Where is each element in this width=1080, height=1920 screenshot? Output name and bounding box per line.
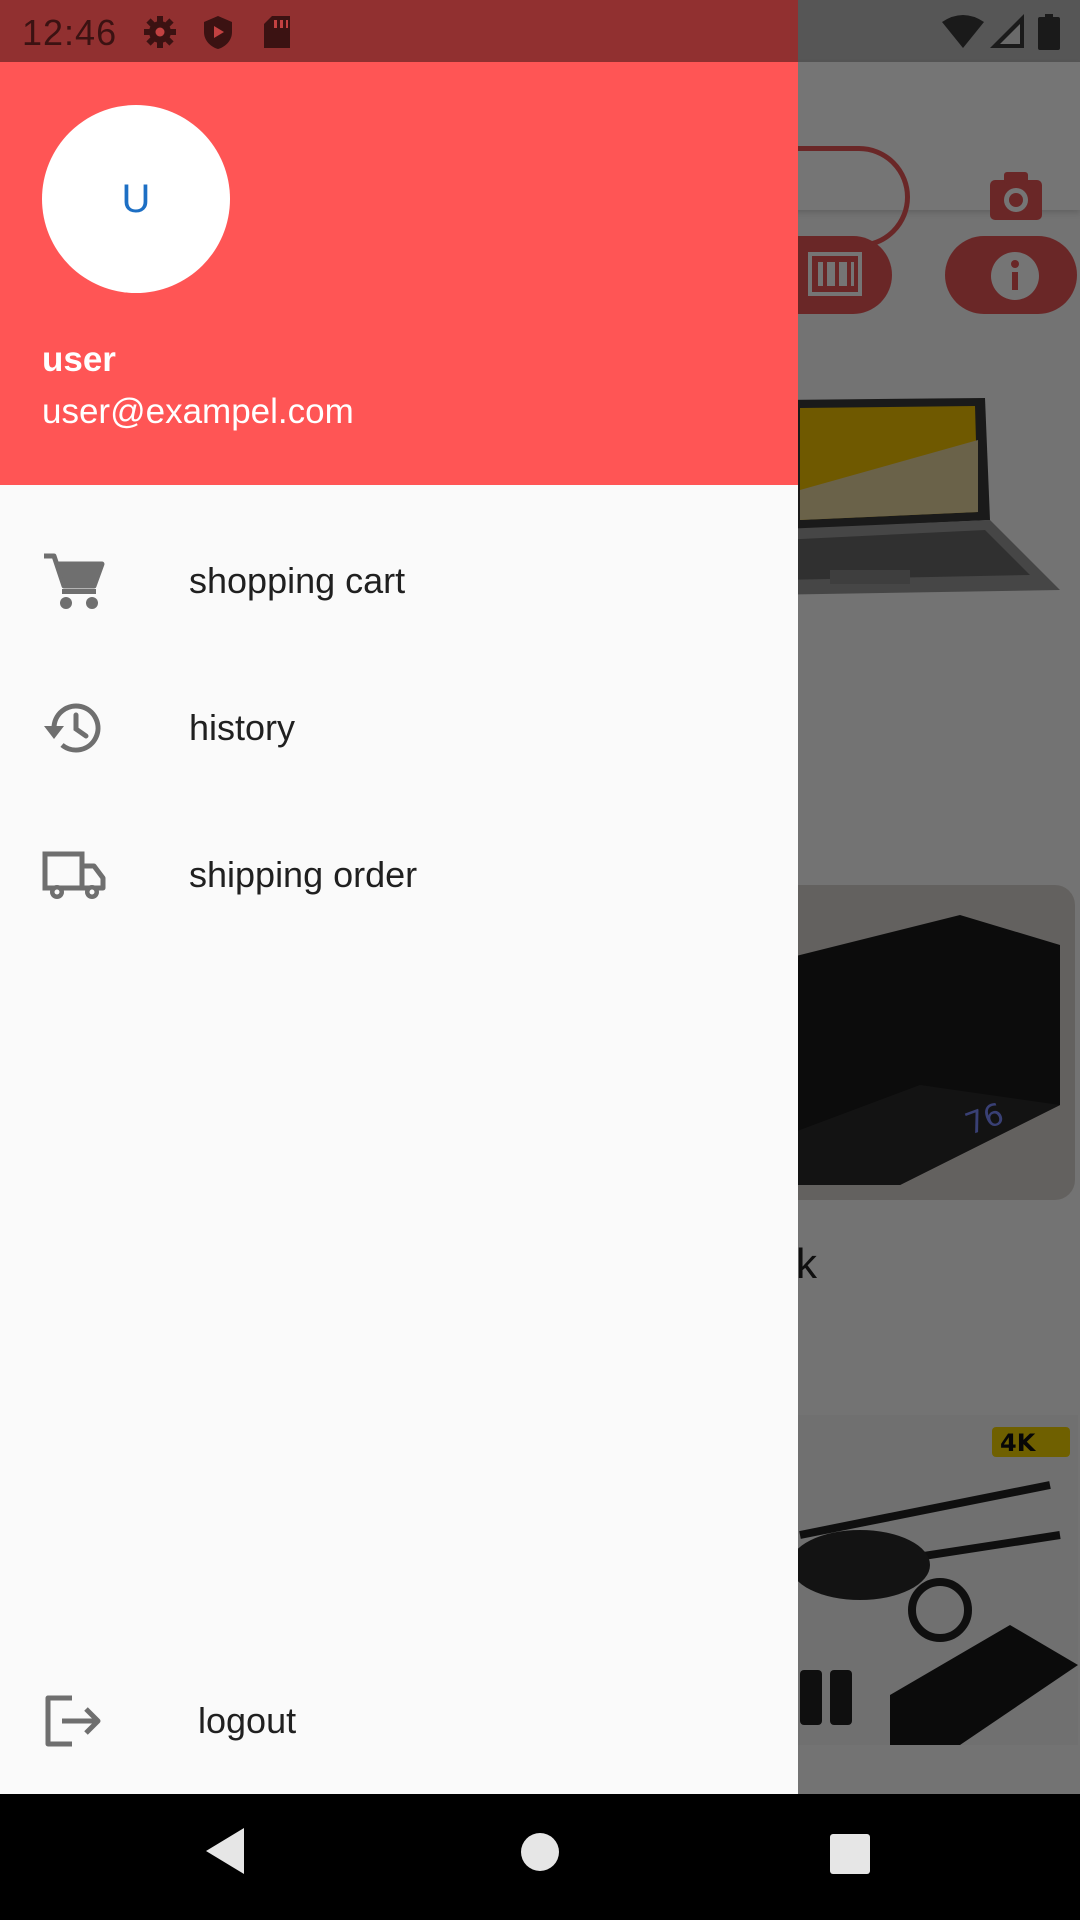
- logout-label: logout: [198, 1700, 297, 1741]
- gear-icon: [144, 16, 176, 48]
- signal-icon: [990, 14, 1024, 48]
- avatar[interactable]: U: [42, 105, 230, 293]
- menu-item-label: history: [189, 707, 296, 748]
- home-icon[interactable]: [520, 1832, 560, 1872]
- cart-icon: [44, 553, 105, 609]
- status-bar: 12:46: [0, 0, 1080, 62]
- menu-item-label: shopping cart: [189, 560, 406, 601]
- logout-icon: [45, 1695, 101, 1747]
- menu-item-shipping-order[interactable]: shipping order: [0, 801, 798, 948]
- menu-item-label: shipping order: [189, 854, 418, 895]
- back-icon[interactable]: [204, 1826, 248, 1876]
- avatar-initial: U: [121, 176, 151, 221]
- status-time: 12:46: [22, 12, 118, 53]
- menu-item-shopping-cart[interactable]: shopping cart: [0, 507, 798, 654]
- truck-icon: [42, 851, 106, 899]
- sd-card-icon: [264, 16, 290, 48]
- wifi-icon: [942, 15, 984, 48]
- user-email: user@exampel.com: [42, 392, 354, 431]
- navigation-drawer: U user user@exampel.com shopping cart hi…: [0, 0, 798, 1794]
- user-name: user: [42, 340, 116, 379]
- recents-icon[interactable]: [830, 1834, 870, 1874]
- system-nav-bar: [0, 1794, 1080, 1920]
- logout-button[interactable]: logout: [0, 1647, 798, 1794]
- menu-item-history[interactable]: history: [0, 654, 798, 801]
- history-icon: [44, 703, 101, 753]
- battery-icon: [1038, 14, 1060, 50]
- drawer-header: U user user@exampel.com: [0, 0, 798, 485]
- shield-icon: [204, 16, 232, 49]
